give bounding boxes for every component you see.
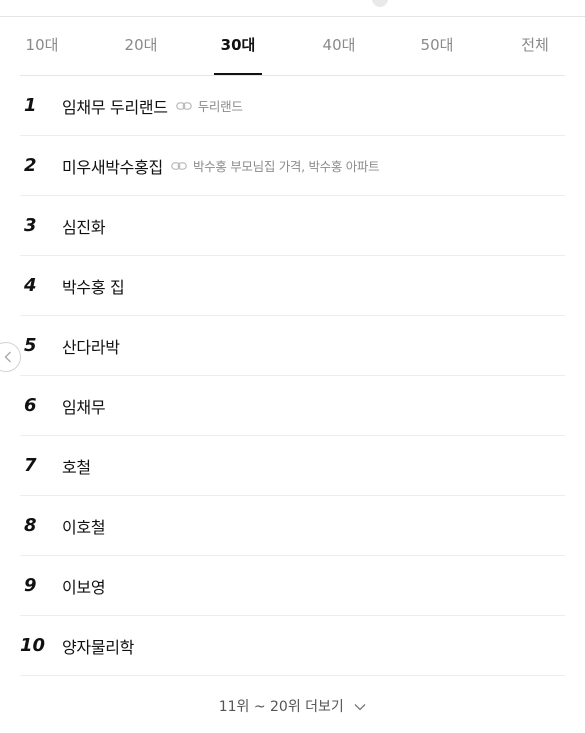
keyword[interactable]: 양자물리학 [62, 634, 134, 658]
tab-50s[interactable]: 50대 [414, 17, 460, 75]
top-strip [0, 0, 585, 17]
keyword[interactable]: 미우새박수홍집 [62, 154, 163, 178]
rank-number: 10 [20, 635, 46, 656]
age-tabs: 10대 20대 30대 40대 50대 전체 [0, 17, 585, 75]
rank-number: 8 [24, 515, 37, 536]
rank-number: 6 [24, 395, 37, 416]
partial-circle-icon [372, 0, 388, 7]
keyword[interactable]: 박수홍 집 [62, 274, 125, 298]
keyword[interactable]: 이호철 [62, 514, 106, 538]
rank-number: 2 [24, 155, 37, 176]
tab-20s[interactable]: 20대 [118, 17, 164, 75]
show-more-label: 11위 ~ 20위 더보기 [218, 699, 344, 715]
ranking-item-10[interactable]: 10 양자물리학 [20, 616, 565, 676]
keyword[interactable]: 산다라박 [62, 334, 120, 358]
ranking-item-3[interactable]: 3 심진화 [20, 196, 565, 256]
ranking-item-8[interactable]: 8 이호철 [20, 496, 565, 556]
keyword[interactable]: 임채무 두리랜드 [62, 94, 168, 118]
ranking-item-4[interactable]: 4 박수홍 집 [20, 256, 565, 316]
rank-number: 4 [24, 275, 37, 296]
ranking-list: 1 임채무 두리랜드 두리랜드 2 미우새박수홍집 박수홍 부모님집 가격, 박… [20, 76, 565, 676]
related-keywords[interactable]: 박수홍 부모님집 가격, 박수홍 아파트 [193, 156, 380, 175]
tab-40s[interactable]: 40대 [316, 17, 362, 75]
keyword[interactable]: 심진화 [62, 214, 106, 238]
chevron-left-icon [4, 351, 11, 363]
tab-all[interactable]: 전체 [515, 17, 555, 75]
ranking-item-6[interactable]: 6 임채무 [20, 376, 565, 436]
rank-number: 1 [24, 95, 37, 116]
rank-number: 7 [24, 455, 37, 476]
keyword[interactable]: 임채무 [62, 394, 106, 418]
link-icon [171, 156, 187, 175]
ranking-item-7[interactable]: 7 호철 [20, 436, 565, 496]
tab-10s[interactable]: 10대 [20, 17, 64, 75]
ranking-item-2[interactable]: 2 미우새박수홍집 박수홍 부모님집 가격, 박수홍 아파트 [20, 136, 565, 196]
chevron-down-icon [354, 699, 366, 715]
keyword[interactable]: 이보영 [62, 574, 106, 598]
rank-number: 5 [24, 335, 37, 356]
ranking-item-9[interactable]: 9 이보영 [20, 556, 565, 616]
rank-number: 3 [24, 215, 37, 236]
previous-arrow-button[interactable] [0, 342, 21, 372]
related-keywords[interactable]: 두리랜드 [198, 96, 243, 115]
rank-number: 9 [24, 575, 37, 596]
keyword[interactable]: 호철 [62, 454, 91, 478]
ranking-item-5[interactable]: 5 산다라박 [20, 316, 565, 376]
ranking-item-1[interactable]: 1 임채무 두리랜드 두리랜드 [20, 76, 565, 136]
link-icon [175, 96, 192, 115]
tab-30s[interactable]: 30대 [214, 17, 262, 75]
show-more-button[interactable]: 11위 ~ 20위 더보기 [0, 696, 585, 716]
